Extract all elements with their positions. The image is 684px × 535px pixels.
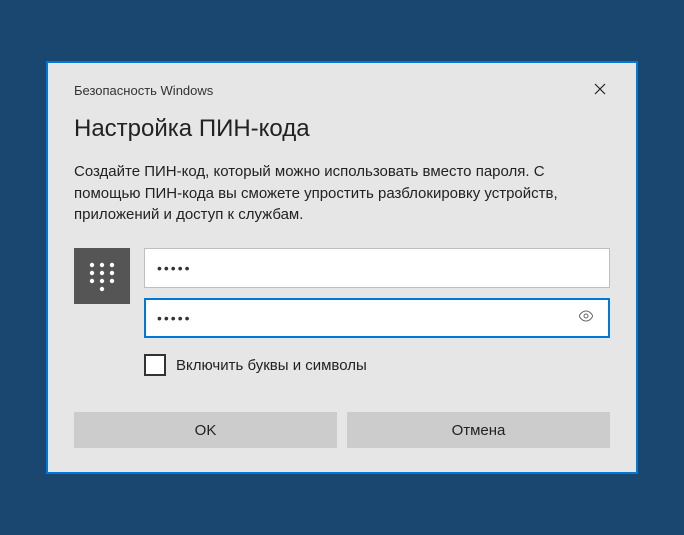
reveal-password-button[interactable] [575,307,597,329]
pin-inputs [144,248,610,338]
cancel-button[interactable]: Отмена [347,412,610,448]
pin-field[interactable] [144,248,610,288]
dialog-description: Создайте ПИН-код, который можно использо… [74,161,610,226]
dialog-heading: Настройка ПИН-кода [74,115,610,143]
titlebar: Безопасность Windows [74,81,610,101]
pin-confirm-field[interactable] [144,298,610,338]
titlebar-title: Безопасность Windows [74,83,213,98]
close-button[interactable] [590,81,610,101]
pin-setup-dialog: Безопасность Windows Настройка ПИН-кода … [46,61,638,474]
pin-confirm-input[interactable] [157,310,575,326]
button-row: OK Отмена [74,412,610,448]
letters-symbols-checkbox[interactable] [144,354,166,376]
checkbox-row: Включить буквы и символы [144,354,610,376]
input-area [74,248,610,338]
keypad-icon [74,248,130,304]
close-icon [594,82,606,100]
ok-button[interactable]: OK [74,412,337,448]
checkbox-label: Включить буквы и символы [176,357,367,374]
pin-input[interactable] [157,260,597,276]
eye-icon [578,308,594,329]
